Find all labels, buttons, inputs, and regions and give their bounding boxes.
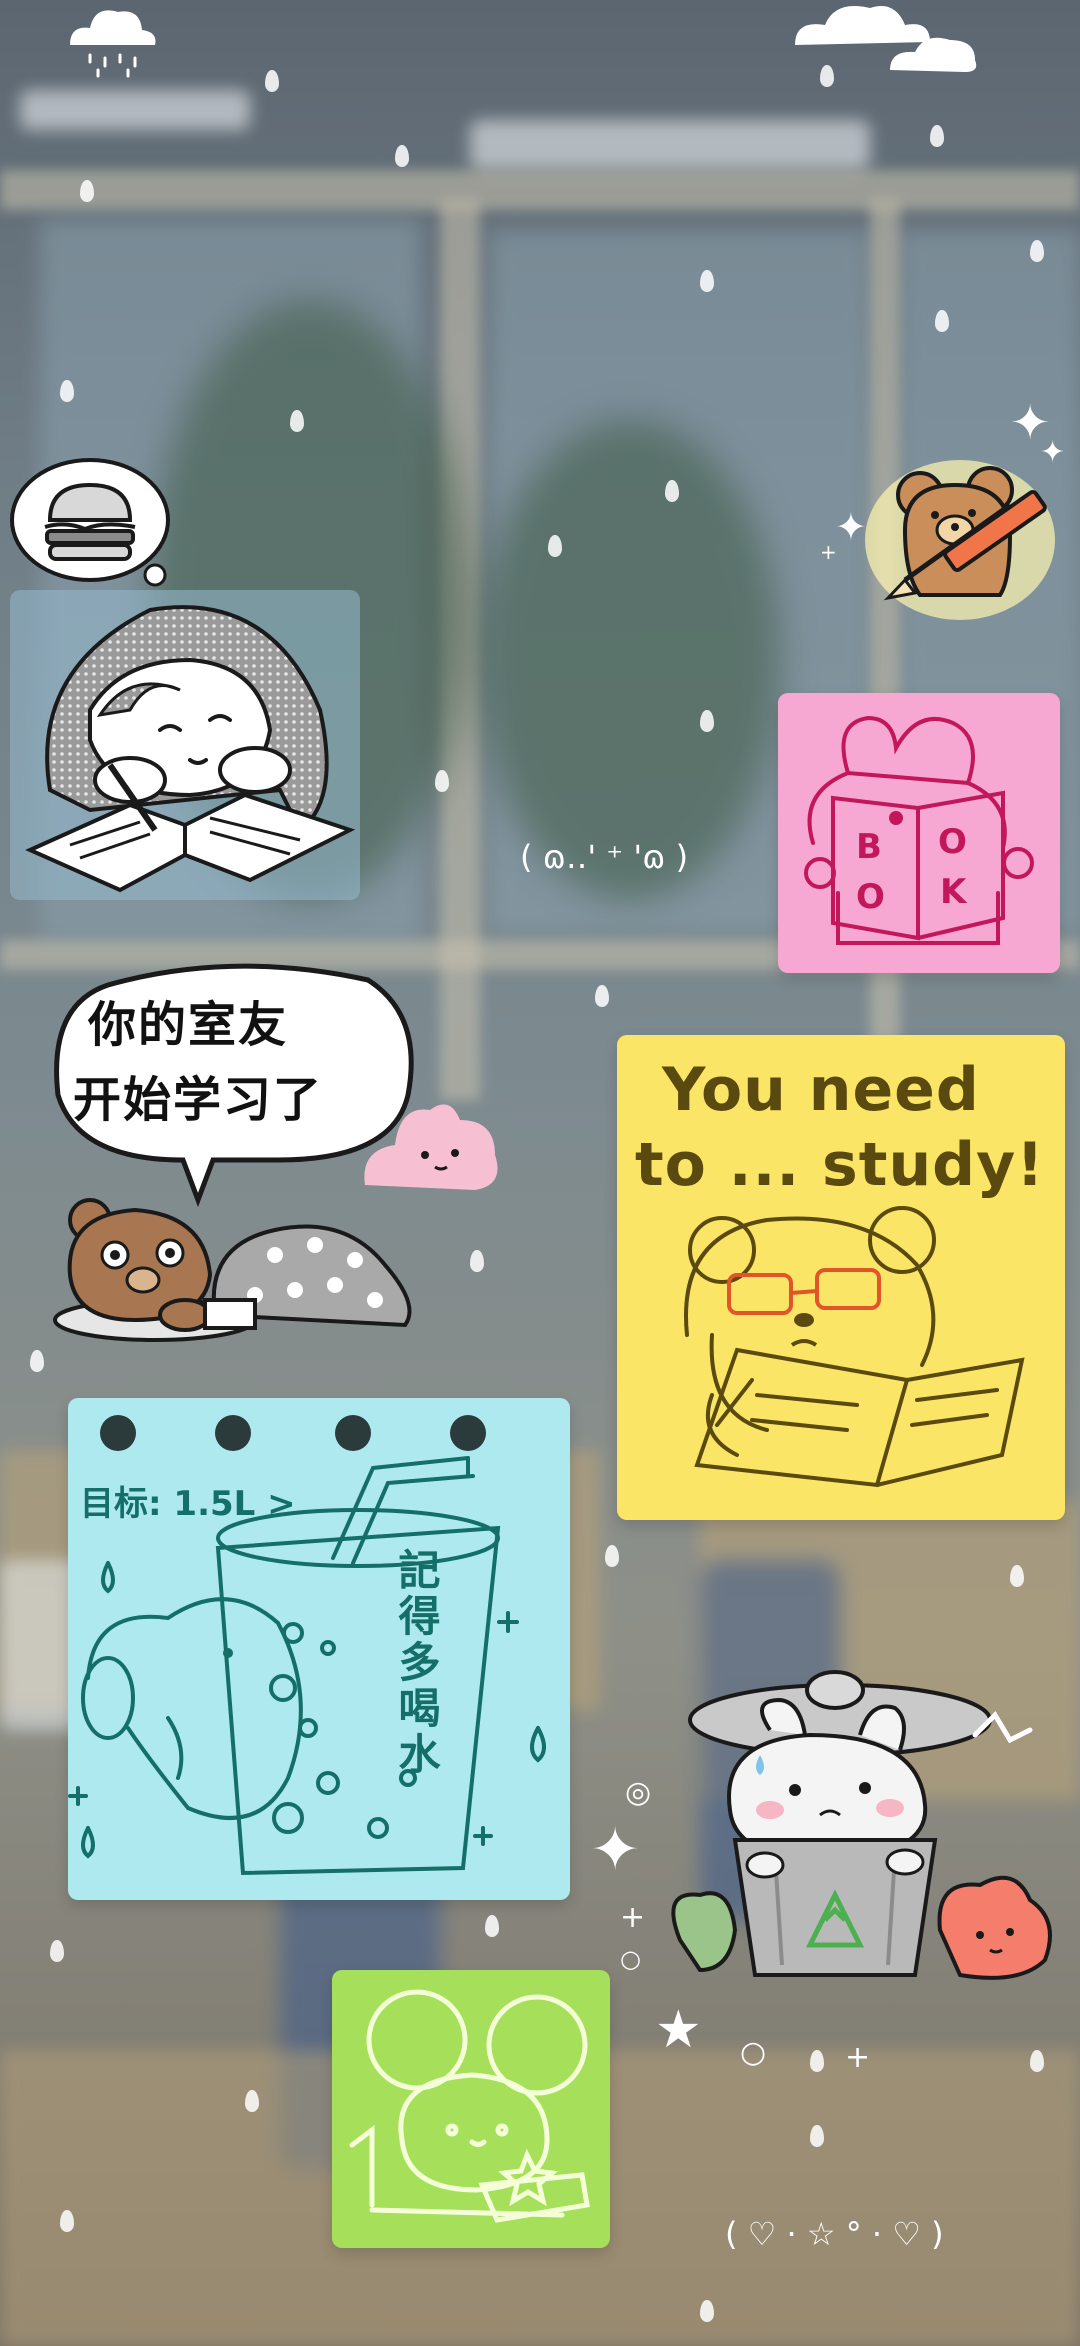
book-letter: O — [938, 822, 967, 862]
speech-line-1: 你的室友 — [88, 997, 289, 1053]
sparkle-icon: + — [620, 1900, 646, 1935]
book-letter: B — [856, 827, 882, 867]
water-reminder-text: 記得多喝水 — [392, 1548, 441, 1778]
sparkle-icon: + — [845, 2040, 871, 2075]
bear-pencil-sticker — [865, 460, 1055, 620]
water-reminder-note: 目标: 1.5L > 記得多喝水 — [68, 1398, 570, 1900]
study-sticky-note: You need to ... study! — [617, 1035, 1065, 1520]
sparkle-icon: ◎ — [625, 1775, 652, 1810]
sparkle-icon: ○ — [620, 1945, 641, 1973]
sparkle-icon: ✦ — [590, 1815, 641, 1885]
trash-bunny-sticker — [660, 1640, 1070, 2020]
green-mouse-note — [332, 1970, 610, 2248]
sleeping-bear-sticker — [53, 1198, 412, 1342]
sparkle-icon: ✦ — [1040, 435, 1066, 470]
cloud-icon — [795, 6, 977, 72]
girl-studying-sticker — [10, 590, 360, 900]
book-letter: O — [856, 877, 885, 917]
sparkle-icon: ○ — [740, 2035, 767, 2070]
sparkle-icon: ✦ — [835, 505, 867, 549]
burger-icon — [10, 458, 170, 587]
book-letter: K — [940, 872, 968, 912]
water-goal-text: 目标: 1.5L > — [80, 1484, 296, 1524]
sparkle-icon: ★ — [655, 2000, 702, 2060]
book-sticky-note: B O O K — [778, 693, 1060, 973]
cloud-icon — [70, 10, 156, 78]
kaomoji-lower: ( ♡ · ☆ ° · ♡ ) — [725, 2215, 944, 2253]
kaomoji-upper: ( ɷ‥' ⁺ 'ɷ ) — [520, 838, 689, 876]
speech-line-2: 开始学习了 — [73, 1072, 324, 1128]
sparkle-icon: + — [820, 540, 837, 564]
